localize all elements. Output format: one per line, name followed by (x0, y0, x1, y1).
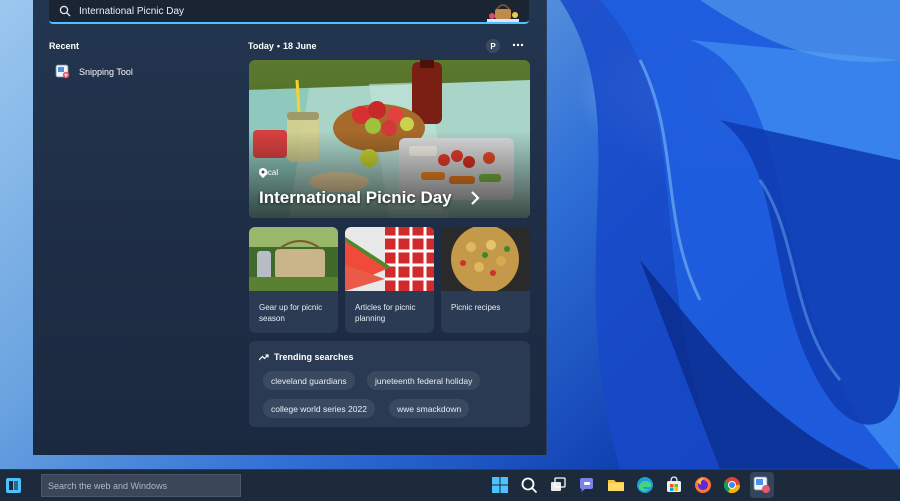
chrome-icon[interactable] (723, 476, 741, 494)
card-recipes[interactable]: Picnic recipes (441, 227, 530, 333)
trending-chip[interactable]: juneteenth federal holiday (367, 371, 481, 390)
search-icon (59, 5, 71, 17)
windows-start-icon[interactable] (491, 476, 509, 494)
snipping-tool-icon (55, 64, 70, 79)
location-pin-icon (259, 168, 267, 178)
microsoft-store-icon[interactable] (665, 476, 683, 494)
picnic-basket-icon (487, 4, 519, 22)
chevron-right-icon (471, 191, 480, 205)
trending-section: Trending searches cleveland guardians ju… (249, 341, 530, 427)
trending-chip[interactable]: wwe smackdown (389, 399, 470, 418)
search-box[interactable]: International Picnic Day (49, 0, 529, 24)
avatar[interactable]: P (486, 39, 500, 53)
recent-item-label: Snipping Tool (79, 67, 133, 77)
trending-chip[interactable]: college world series 2022 (263, 399, 375, 418)
start-icon[interactable] (6, 478, 21, 493)
trending-heading-label: Trending searches (274, 352, 354, 362)
file-explorer-icon[interactable] (607, 476, 625, 494)
edge-browser-icon[interactable] (636, 476, 654, 494)
search-panel: International Picnic Day Recent Snipping… (33, 0, 547, 455)
recent-item-snipping-tool[interactable]: Snipping Tool (55, 64, 133, 80)
hero-title: International Picnic Day (259, 188, 452, 207)
trending-chip[interactable]: cleveland guardians (263, 371, 355, 390)
today-heading: Today • 18 June (248, 41, 317, 51)
hero-tag: Local (259, 168, 278, 178)
trending-heading: Trending searches (259, 352, 354, 362)
taskbar-search-icon[interactable] (520, 476, 538, 494)
recent-heading: Recent (49, 41, 80, 51)
card-label: Picnic recipes (451, 303, 501, 312)
task-view-icon[interactable] (549, 476, 567, 494)
card-image-picnic-gear (249, 227, 338, 291)
more-options-button[interactable] (511, 38, 525, 52)
card-label: Gear up for picnic season (259, 303, 323, 323)
snipping-tool-taskbar-icon[interactable] (753, 476, 771, 494)
search-query-text[interactable]: International Picnic Day (79, 6, 184, 17)
card-gear-up[interactable]: Gear up for picnic season (249, 227, 338, 333)
card-articles[interactable]: Articles for picnic planning (345, 227, 434, 333)
card-image-watermelon (345, 227, 434, 291)
today-label: Today (248, 41, 274, 51)
teams-chat-icon[interactable] (578, 476, 596, 494)
trending-arrow-icon (259, 354, 269, 361)
card-label: Articles for picnic planning (355, 303, 416, 323)
firefox-icon[interactable] (694, 476, 712, 494)
taskbar: Search the web and Windows (0, 469, 900, 501)
hero-card-picnic-day[interactable]: Local International Picnic Day (249, 60, 530, 218)
today-date: 18 June (283, 41, 317, 51)
taskbar-search-placeholder: Search the web and Windows (48, 480, 168, 491)
today-separator: • (276, 41, 280, 51)
taskbar-search-box[interactable]: Search the web and Windows (41, 474, 241, 497)
more-horizontal-icon (512, 43, 524, 47)
card-image-pasta-salad (441, 227, 530, 291)
